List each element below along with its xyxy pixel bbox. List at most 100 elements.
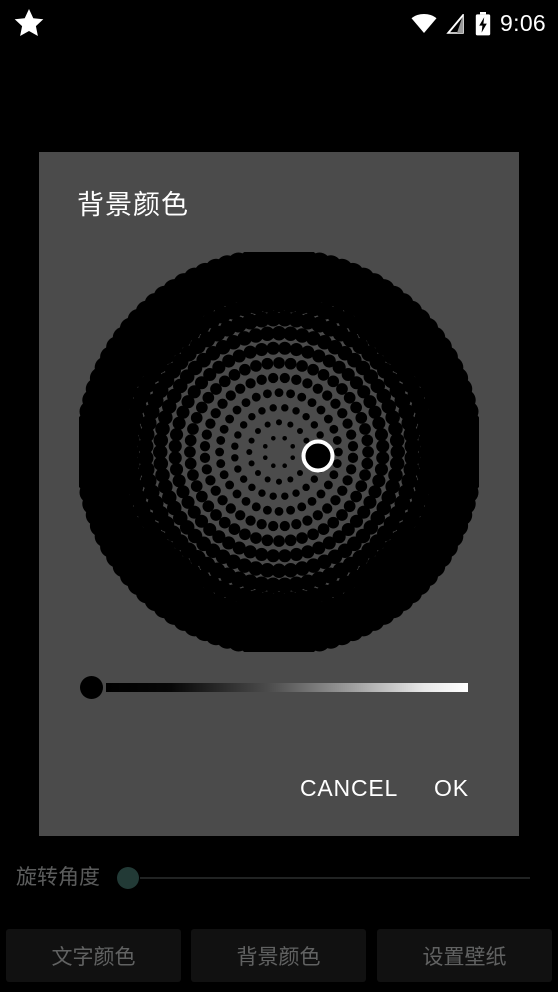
color-wheel-dot[interactable] <box>225 390 236 401</box>
color-wheel-dot[interactable] <box>273 357 285 369</box>
color-wheel-dot[interactable] <box>282 463 287 469</box>
color-wheel-dot[interactable] <box>330 495 341 506</box>
color-wheel-container[interactable] <box>39 252 519 652</box>
color-wheel-dot[interactable] <box>262 389 272 399</box>
color-wheel-dot[interactable] <box>355 480 368 492</box>
color-wheel-dot[interactable] <box>225 503 236 514</box>
color-wheel-dot[interactable] <box>210 485 221 496</box>
color-wheel-dot[interactable] <box>350 490 362 503</box>
color-wheel-dot[interactable] <box>342 418 353 429</box>
color-wheel-dot[interactable] <box>389 433 405 448</box>
color-wheel-dot[interactable] <box>271 435 276 441</box>
color-wheel-dot[interactable] <box>210 383 222 395</box>
color-wheel-dot[interactable] <box>248 412 256 421</box>
color-wheel-dot[interactable] <box>217 495 228 506</box>
color-wheel-dot[interactable] <box>336 383 348 395</box>
brightness-slider[interactable] <box>39 657 519 707</box>
color-wheel-dot[interactable] <box>190 412 203 424</box>
color-wheel-dot[interactable] <box>243 345 257 359</box>
color-wheel-dot[interactable] <box>316 431 324 439</box>
color-wheel-dot[interactable] <box>343 500 356 513</box>
ok-button[interactable]: OK <box>426 766 477 810</box>
color-wheel-dot[interactable] <box>251 502 261 512</box>
color-wheel-dot[interactable] <box>199 441 211 452</box>
color-wheel-dot[interactable] <box>302 515 313 526</box>
color-wheel-dot[interactable] <box>291 519 302 530</box>
color-wheel-dot[interactable] <box>210 408 221 419</box>
color-wheel-dot[interactable] <box>254 427 262 435</box>
color-wheel-dot[interactable] <box>287 421 294 428</box>
color-wheel-dot[interactable] <box>264 476 271 483</box>
color-wheel-dot[interactable] <box>359 469 371 481</box>
color-wheel-dot[interactable] <box>282 435 287 441</box>
color-wheel-dot[interactable] <box>292 489 300 497</box>
color-wheel-dot[interactable] <box>281 492 289 500</box>
color-wheel-dot[interactable] <box>317 369 330 381</box>
color-wheel-dot[interactable] <box>168 451 182 465</box>
color-wheel-dot[interactable] <box>278 549 292 563</box>
color-wheel-dot[interactable] <box>355 412 368 424</box>
color-wheel-dot[interactable] <box>262 444 268 449</box>
color-wheel-dot[interactable] <box>190 480 203 492</box>
color-wheel-dot[interactable] <box>350 401 362 414</box>
color-wheel-dot[interactable] <box>279 372 290 384</box>
color-wheel-dot[interactable] <box>271 463 276 469</box>
color-wheel-dot[interactable] <box>219 470 229 480</box>
color-wheel-dot[interactable] <box>273 535 285 547</box>
color-wheel-dot[interactable] <box>289 343 303 357</box>
color-wheel-dot[interactable] <box>202 500 215 513</box>
color-wheel-dot[interactable] <box>205 418 216 429</box>
color-wheel-dot[interactable] <box>312 510 323 521</box>
color-wheel-dot[interactable] <box>275 419 283 426</box>
color-wheel-picker[interactable] <box>79 252 479 652</box>
color-wheel-dot[interactable] <box>301 545 315 559</box>
color-wheel-dot[interactable] <box>234 431 242 439</box>
color-wheel-dot[interactable] <box>274 506 284 516</box>
color-wheel-dot[interactable] <box>316 405 326 415</box>
color-wheel-dot[interactable] <box>296 360 308 372</box>
color-wheel-dot[interactable] <box>343 391 356 404</box>
color-wheel-dot[interactable] <box>290 455 296 460</box>
color-wheel-dot[interactable] <box>281 404 289 412</box>
color-wheel-dot[interactable] <box>216 435 226 445</box>
color-wheel-dot[interactable] <box>254 469 262 477</box>
color-wheel-dot[interactable] <box>266 341 280 355</box>
color-wheel-dot[interactable] <box>296 469 304 477</box>
color-wheel-dot[interactable] <box>232 405 242 415</box>
color-wheel-dot[interactable] <box>245 515 256 526</box>
color-wheel-dot[interactable] <box>262 455 268 460</box>
color-wheel-dot[interactable] <box>302 378 313 389</box>
color-wheel-dot[interactable] <box>296 427 304 435</box>
color-wheel-dot[interactable] <box>219 424 229 434</box>
color-wheel-dot[interactable] <box>251 392 261 402</box>
color-wheel-dot[interactable] <box>228 523 241 535</box>
color-wheel-dot[interactable] <box>218 516 231 529</box>
color-wheel-dot[interactable] <box>275 478 283 485</box>
color-wheel-dot[interactable] <box>287 476 294 483</box>
color-wheel-dot[interactable] <box>250 360 262 372</box>
color-wheel-dot[interactable] <box>278 341 292 355</box>
color-wheel-dot[interactable] <box>250 532 262 544</box>
color-wheel-dot[interactable] <box>187 469 199 481</box>
color-wheel-dot[interactable] <box>284 534 297 547</box>
color-wheel-dot[interactable] <box>217 398 228 409</box>
color-wheel-dot[interactable] <box>342 475 353 486</box>
cancel-button[interactable]: CANCEL <box>292 766 406 810</box>
color-wheel-dot[interactable] <box>261 534 274 547</box>
color-wheel-dot[interactable] <box>317 523 330 535</box>
color-wheel-dot[interactable] <box>210 509 222 521</box>
color-wheel-dot[interactable] <box>323 480 333 490</box>
color-wheel-dot[interactable] <box>307 363 319 376</box>
color-selector-ring[interactable] <box>301 439 335 473</box>
color-wheel-dot[interactable] <box>307 398 317 408</box>
color-wheel-dot[interactable] <box>264 421 271 428</box>
color-wheel-dot[interactable] <box>330 398 341 409</box>
color-wheel-dot[interactable] <box>266 549 280 563</box>
color-wheel-dot[interactable] <box>359 423 371 435</box>
color-wheel-dot[interactable] <box>310 421 319 429</box>
color-wheel-dot[interactable] <box>302 483 310 492</box>
color-wheel-dot[interactable] <box>327 375 340 388</box>
color-wheel-dot[interactable] <box>168 439 182 453</box>
color-wheel-dot[interactable] <box>202 391 215 404</box>
color-wheel-dot[interactable] <box>228 369 241 381</box>
